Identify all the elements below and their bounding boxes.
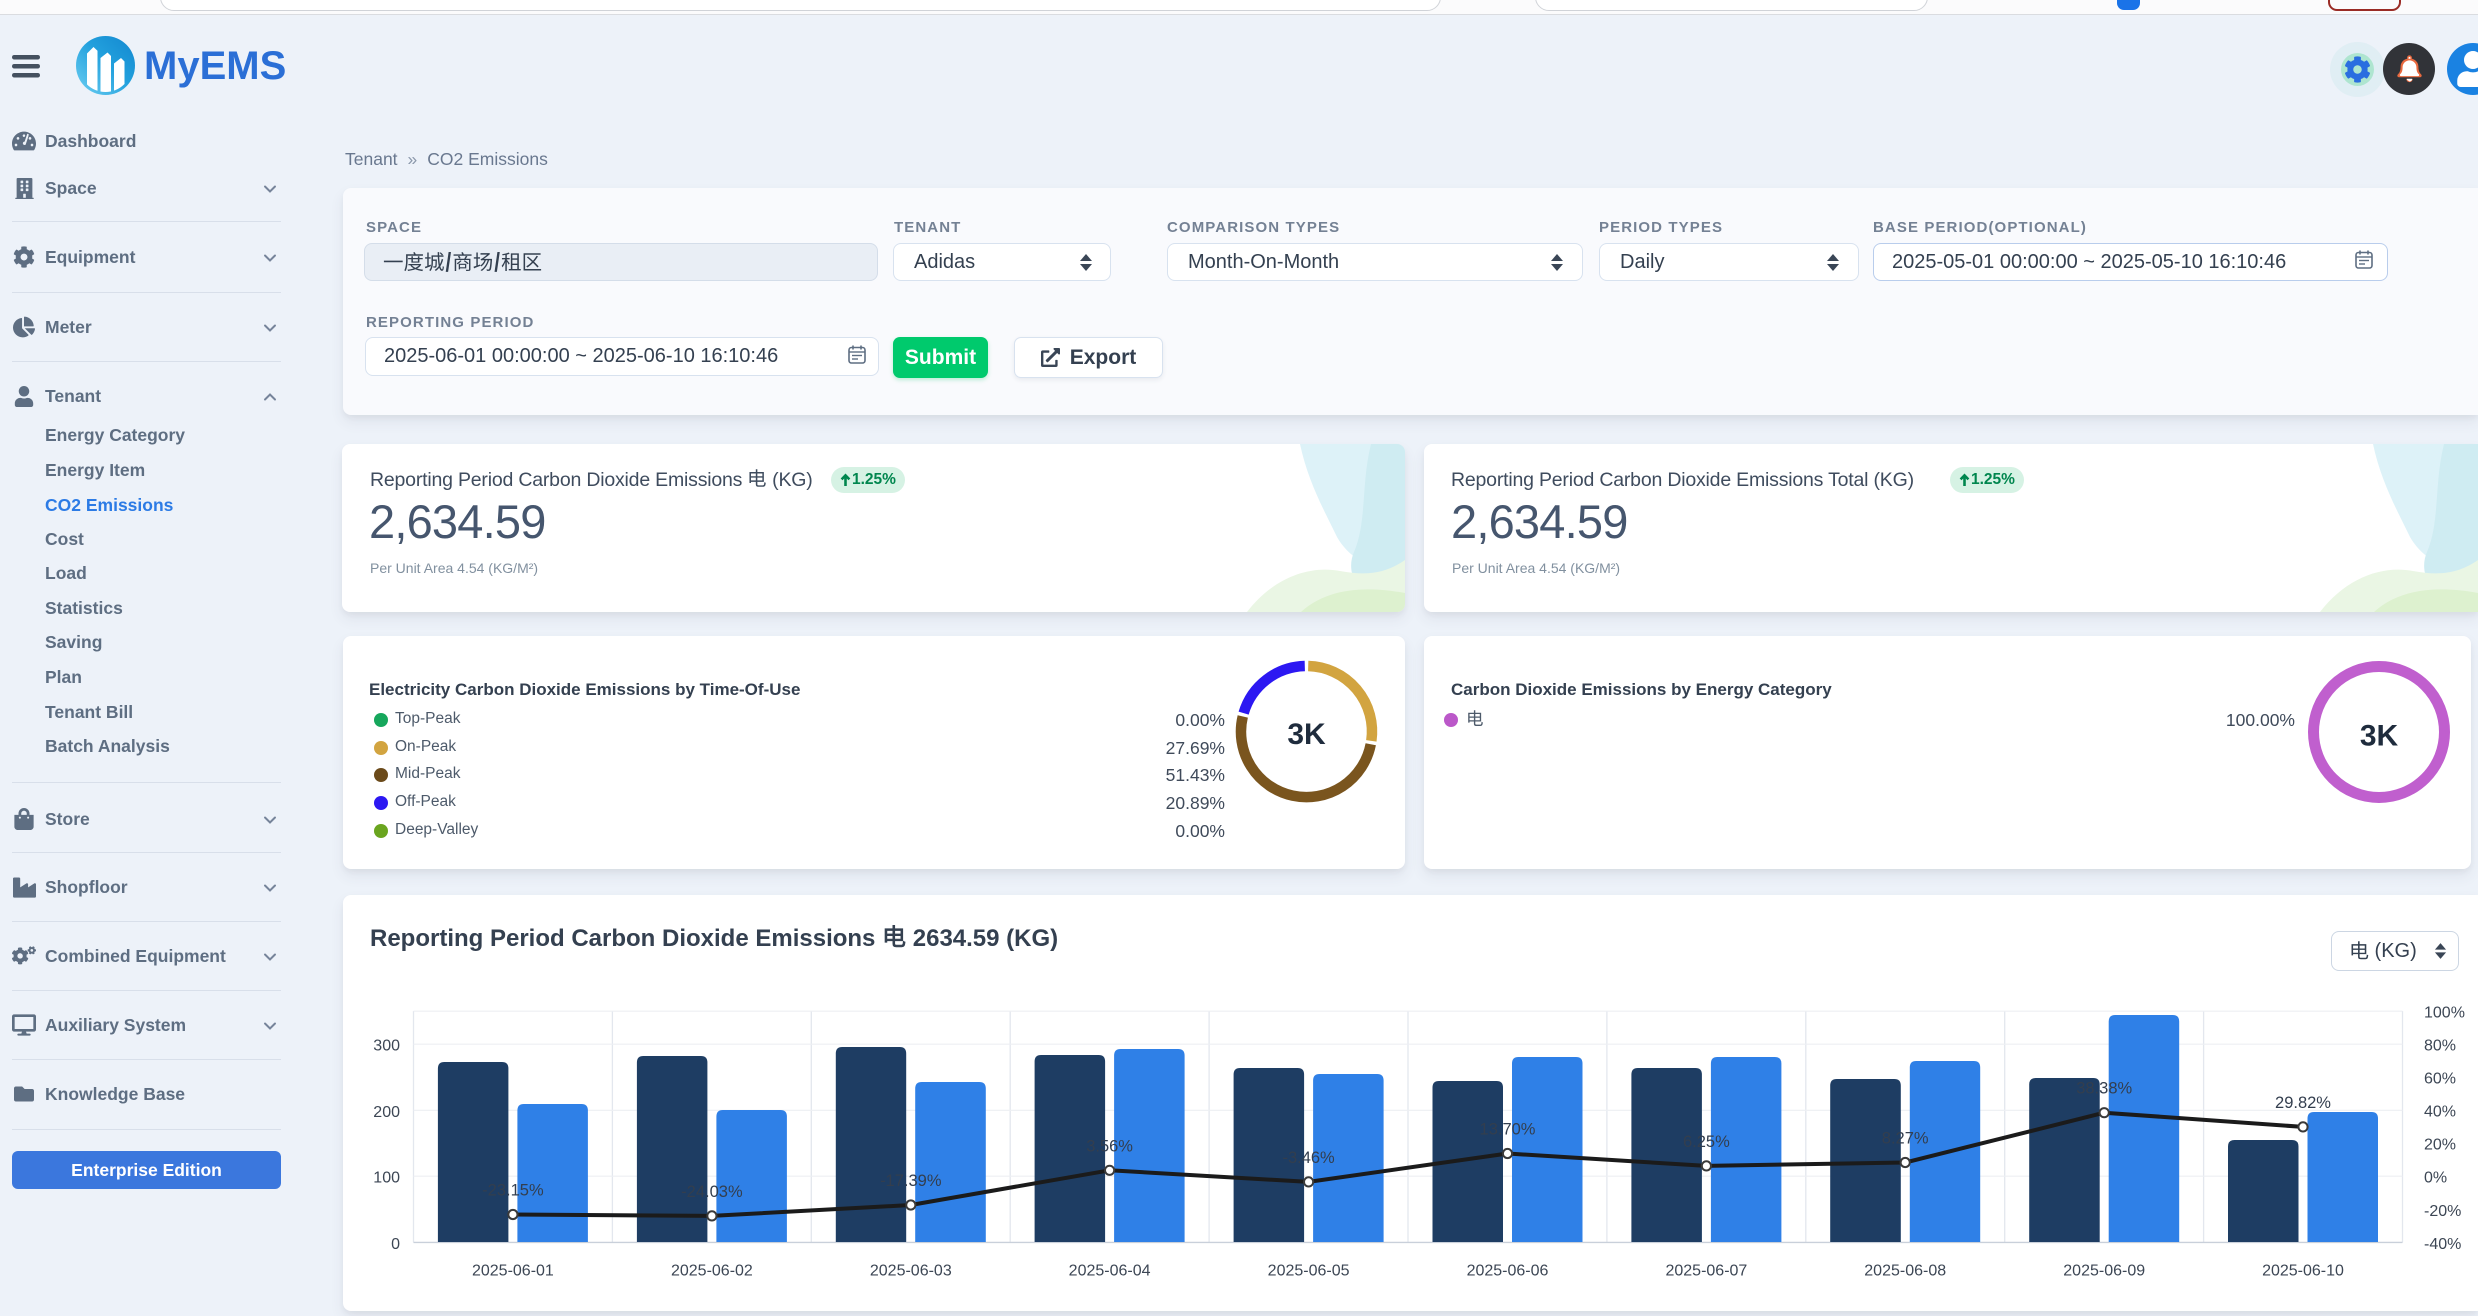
svg-text:-23.15%: -23.15% (482, 1182, 544, 1200)
svg-text:300: 300 (373, 1038, 400, 1055)
svg-text:3K: 3K (1287, 718, 1326, 751)
svg-text:13.70%: 13.70% (1480, 1121, 1536, 1139)
svg-text:2025-06-02: 2025-06-02 (671, 1263, 753, 1280)
svg-text:40%: 40% (2424, 1104, 2456, 1121)
svg-text:60%: 60% (2424, 1071, 2456, 1088)
svg-text:20%: 20% (2424, 1137, 2456, 1154)
svg-text:2025-06-03: 2025-06-03 (870, 1263, 952, 1280)
svg-text:0%: 0% (2424, 1170, 2447, 1187)
svg-text:200: 200 (373, 1104, 400, 1121)
svg-text:100%: 100% (2424, 1004, 2465, 1021)
svg-text:2025-06-04: 2025-06-04 (1069, 1263, 1151, 1280)
svg-text:-20%: -20% (2424, 1203, 2461, 1220)
svg-text:2025-06-01: 2025-06-01 (472, 1263, 554, 1280)
svg-text:100: 100 (373, 1170, 400, 1187)
svg-text:80%: 80% (2424, 1037, 2456, 1054)
svg-text:3.56%: 3.56% (1086, 1137, 1133, 1155)
svg-text:2025-06-06: 2025-06-06 (1467, 1263, 1549, 1280)
svg-text:-17.39%: -17.39% (880, 1172, 942, 1190)
svg-text:2025-06-08: 2025-06-08 (1864, 1263, 1946, 1280)
svg-text:-40%: -40% (2424, 1236, 2461, 1253)
svg-text:8.27%: 8.27% (1882, 1130, 1929, 1148)
svg-text:-3.46%: -3.46% (1282, 1149, 1335, 1167)
svg-text:2025-06-10: 2025-06-10 (2262, 1263, 2344, 1280)
svg-text:2025-06-07: 2025-06-07 (1665, 1263, 1747, 1280)
svg-text:2025-06-09: 2025-06-09 (2063, 1263, 2145, 1280)
svg-text:2025-06-05: 2025-06-05 (1268, 1263, 1350, 1280)
svg-text:29.82%: 29.82% (2275, 1094, 2331, 1112)
svg-text:38.38%: 38.38% (2076, 1080, 2132, 1098)
svg-text:-24.03%: -24.03% (681, 1183, 743, 1201)
svg-text:0: 0 (391, 1236, 400, 1253)
svg-text:6.25%: 6.25% (1683, 1133, 1730, 1151)
svg-text:3K: 3K (2360, 720, 2399, 753)
